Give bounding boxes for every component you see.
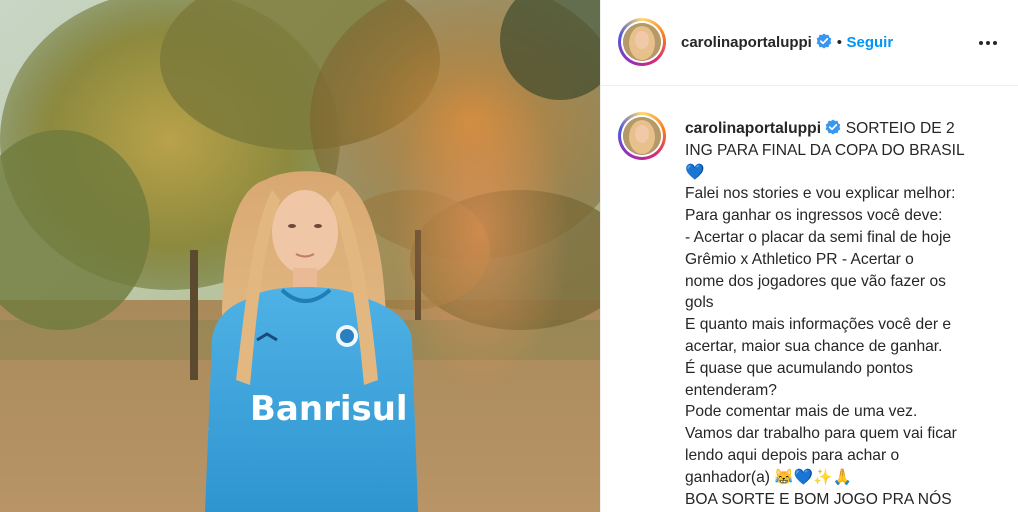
caption-line: Vamos dar trabalho para quem vai ficar (685, 425, 957, 443)
caption-line: 💙 (685, 163, 705, 181)
post-photo[interactable]: Banrisul (0, 0, 600, 512)
caption-line: E quanto mais informações você der e (685, 316, 952, 334)
caption-line: Grêmio x Athletico PR - Acertar o (685, 250, 914, 268)
jersey-sponsor-text: Banrisul (250, 389, 408, 429)
post-header: carolinaportaluppi • Seguir (601, 0, 1018, 86)
post-details-panel: carolinaportaluppi • Seguir carolinaport… (600, 0, 1018, 512)
caption-line: ING PARA FINAL DA COPA DO BRASIL (685, 141, 965, 159)
caption-line: Para ganhar os ingressos você deve: (685, 207, 943, 225)
caption-line: Falei nos stories e vou explicar melhor: (685, 185, 956, 203)
author-avatar[interactable] (618, 18, 666, 66)
caption-line: entenderam? (685, 381, 777, 399)
author-username[interactable]: carolinaportaluppi (681, 34, 812, 51)
caption-line: ganhador(a) 😹💙✨🙏 (685, 468, 852, 486)
more-options-icon[interactable] (977, 32, 999, 54)
caption-line: BOA SORTE E BOM JOGO PRA NÓS (685, 490, 952, 508)
post-caption: carolinaportaluppi SORTEIO DE 2 ING PARA… (685, 118, 995, 510)
caption-line: gols (685, 294, 714, 312)
caption-line: acertar, maior sua chance de ganhar. (685, 337, 943, 355)
verified-badge-icon (826, 119, 841, 135)
verified-badge-icon (817, 33, 832, 49)
separator-dot: • (836, 34, 843, 51)
caption-line: - Acertar o placar da semi final de hoje (685, 228, 952, 246)
caption-author-avatar[interactable] (618, 112, 666, 160)
caption-line: É quase que acumulando pontos (685, 359, 914, 377)
caption-line: nome dos jogadores que vão fazer os (685, 272, 946, 290)
caption-username[interactable]: carolinaportaluppi (685, 120, 821, 137)
caption-line: Pode comentar mais de uma vez. (685, 403, 918, 421)
caption-line: SORTEIO DE 2 (845, 120, 955, 137)
caption-line: lendo aqui depois para achar o (685, 446, 900, 464)
follow-button[interactable]: Seguir (846, 34, 893, 51)
